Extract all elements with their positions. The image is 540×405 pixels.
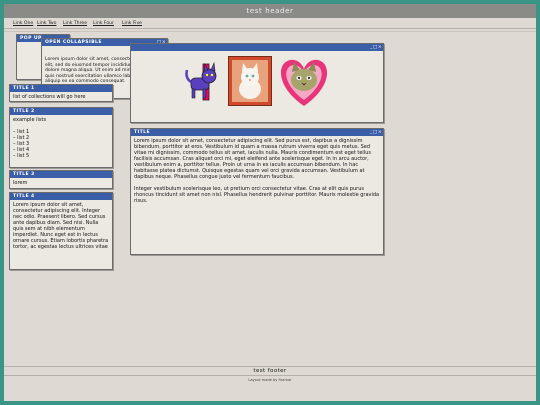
- nav-link-five[interactable]: Link Five: [122, 21, 142, 26]
- footer-credit: Layout made by firamar: [248, 378, 292, 382]
- nav-bar: Link One Link Two Link Three Link Four L…: [4, 19, 536, 29]
- purple-cat-image: [181, 58, 227, 104]
- site-footer: test footer: [4, 366, 536, 376]
- maximize-button[interactable]: □: [373, 130, 378, 135]
- nav-link-three[interactable]: Link Three: [63, 21, 87, 26]
- close-button[interactable]: ×: [378, 130, 382, 135]
- main-paragraph-1: Lorem ipsum dolor sit amet, consectetur …: [134, 138, 371, 180]
- kitten-photo: [228, 56, 272, 106]
- maximize-button[interactable]: □: [373, 45, 378, 50]
- title4-window[interactable]: TITLE 4 Lorem ipsum dolor sit amet, cons…: [9, 192, 113, 270]
- title4-titlebar[interactable]: TITLE 4: [10, 193, 112, 200]
- title2-body: example lists – list 1 – list 2 – list 3…: [10, 115, 112, 161]
- title2-window[interactable]: TITLE 2 example lists – list 1 – list 2 …: [9, 107, 113, 168]
- divider: [4, 31, 536, 32]
- site-header: test header: [4, 4, 536, 18]
- title3-title: TITLE 3: [13, 172, 35, 177]
- image-titlebar[interactable]: _□×: [131, 44, 383, 51]
- title1-window[interactable]: TITLE 1 list of collections will go here: [9, 84, 113, 102]
- nav-link-two[interactable]: Link Two: [37, 21, 56, 26]
- main-paragraph-2: Integer vestibulum scelerisque leo, ut p…: [134, 186, 380, 204]
- main-titlebar[interactable]: TITLE _□×: [131, 129, 383, 136]
- title3-window[interactable]: TITLE 3 lorem: [9, 170, 113, 189]
- footer-title: test footer: [253, 368, 287, 374]
- close-button[interactable]: ×: [378, 45, 382, 50]
- page: test header Link One Link Two Link Three…: [4, 4, 536, 401]
- image-window[interactable]: _□×: [130, 43, 384, 123]
- title3-titlebar[interactable]: TITLE 3: [10, 171, 112, 178]
- title3-body: lorem: [13, 180, 28, 186]
- title4-title: TITLE 4: [13, 194, 35, 199]
- title2-titlebar[interactable]: TITLE 2: [10, 108, 112, 115]
- title1-body: list of collections will go here: [13, 94, 86, 100]
- list-item: – list 5: [13, 153, 30, 159]
- title4-body: Lorem ipsum dolor sit amet, consectetur …: [13, 202, 109, 250]
- title2-title: TITLE 2: [13, 109, 35, 114]
- main-window[interactable]: TITLE _□× Lorem ipsum dolor sit amet, co…: [130, 128, 384, 255]
- header-title: test header: [246, 7, 294, 15]
- collapsible-title: OPEN COLLAPSIBLE: [45, 40, 102, 45]
- main-body: Lorem ipsum dolor sit amet, consectetur …: [131, 136, 383, 206]
- nav-link-four[interactable]: Link Four: [93, 21, 114, 26]
- nav-link-one[interactable]: Link One: [13, 21, 33, 26]
- title1-title: TITLE 1: [13, 86, 35, 91]
- title1-titlebar[interactable]: TITLE 1: [10, 85, 112, 92]
- heart-cat-image: [276, 56, 332, 108]
- main-title: TITLE: [134, 130, 151, 135]
- popup-title: POP UP: [20, 36, 42, 41]
